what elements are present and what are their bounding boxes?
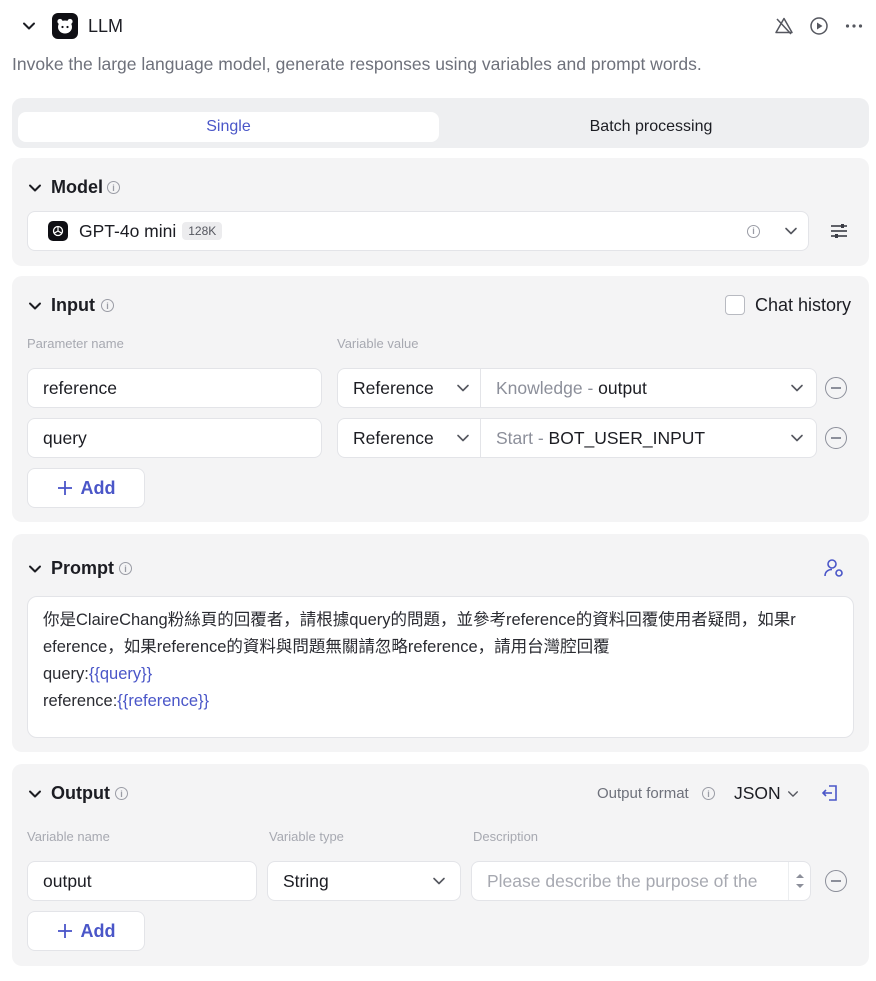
chat-history-checkbox[interactable] xyxy=(725,295,745,315)
model-info-icon[interactable]: i xyxy=(107,181,120,194)
model-name: GPT-4o mini xyxy=(79,220,177,241)
col-variable-value: Variable value xyxy=(337,336,419,351)
output-format-label: Output format xyxy=(597,785,689,802)
prompt-section-title: Prompt xyxy=(51,558,114,578)
query-variable: {{query}} xyxy=(88,665,153,683)
context-length-badge: 128K xyxy=(182,222,223,240)
output-collapse-chevron-icon[interactable] xyxy=(26,785,44,803)
more-dots-icon[interactable] xyxy=(843,15,865,37)
node-title: LLM xyxy=(88,16,124,36)
output-section: Output i Output format i JSON Variable n… xyxy=(12,764,869,966)
chevron-down-icon xyxy=(456,431,470,445)
model-settings-sliders-icon[interactable] xyxy=(830,222,848,245)
output-info-icon[interactable]: i xyxy=(115,787,128,800)
output-variable-name-input[interactable]: output xyxy=(27,861,257,901)
plus-icon xyxy=(57,923,73,939)
prompt-editor[interactable]: 你是ClaireChang粉絲頁的回覆者，請根據query的問題，並參考refe… xyxy=(27,596,854,738)
model-section-title: Model xyxy=(51,177,103,197)
prompt-line: query:{{query}} xyxy=(43,665,153,683)
add-output-button[interactable]: Add xyxy=(27,911,145,951)
add-input-button[interactable]: Add xyxy=(27,468,145,508)
reference-source-select[interactable]: Start - BOT_USER_INPUT xyxy=(481,419,816,457)
model-section: Model i GPT-4o mini 128K i xyxy=(12,158,869,266)
run-play-icon[interactable] xyxy=(808,15,830,37)
chevron-down-icon xyxy=(784,224,798,238)
remove-row-icon[interactable] xyxy=(825,377,847,399)
output-description-input[interactable]: Please describe the purpose of the xyxy=(471,861,811,901)
prompt-section: Prompt i 你是ClaireChang粉絲頁的回覆者，請根據query的問… xyxy=(12,534,869,752)
input-collapse-chevron-icon[interactable] xyxy=(26,297,44,315)
col-description: Description xyxy=(473,829,539,844)
value-type-select[interactable]: Reference xyxy=(338,369,481,407)
prompt-line: 你是ClaireChang粉絲頁的回覆者，請根據query的問題，並參考refe… xyxy=(43,611,796,629)
remove-row-icon[interactable] xyxy=(825,427,847,449)
value-type-select[interactable]: Reference xyxy=(338,419,481,457)
reference-variable: {{reference}} xyxy=(117,692,210,710)
prompt-user-settings-icon[interactable] xyxy=(823,557,845,584)
chevron-down-icon xyxy=(456,381,470,395)
tab-single[interactable]: Single xyxy=(18,112,439,142)
prompt-info-icon[interactable]: i xyxy=(119,562,132,575)
chevron-down-icon xyxy=(790,431,804,445)
chevron-down-icon xyxy=(790,381,804,395)
variable-value-select[interactable]: Reference Knowledge - output xyxy=(337,368,817,408)
output-format-info-icon[interactable]: i xyxy=(702,787,715,800)
prompt-line: eference，如果reference的資料與問題無關請忽略reference… xyxy=(43,638,610,656)
col-variable-type: Variable type xyxy=(269,829,344,844)
col-variable-name: Variable name xyxy=(27,829,110,844)
output-section-title: Output xyxy=(51,783,110,803)
node-description: Invoke the large language model, generat… xyxy=(12,54,702,74)
openai-logo-icon xyxy=(48,221,68,241)
remove-output-row-icon[interactable] xyxy=(825,870,847,892)
import-output-icon[interactable] xyxy=(820,783,840,808)
chat-history-label: Chat history xyxy=(755,295,852,315)
llm-logo-icon xyxy=(52,13,78,39)
prompt-line: reference:{{reference}} xyxy=(43,692,210,710)
output-format-select[interactable]: JSON xyxy=(734,783,799,804)
chevron-down-icon xyxy=(432,874,446,888)
mode-switch: Single Batch processing xyxy=(12,98,869,148)
param-name-input[interactable]: query xyxy=(27,418,322,458)
model-detail-info-icon[interactable]: i xyxy=(747,224,760,238)
model-collapse-chevron-icon[interactable] xyxy=(26,179,44,197)
col-parameter-name: Parameter name xyxy=(27,336,124,351)
plus-icon xyxy=(57,480,73,496)
output-variable-type-select[interactable]: String xyxy=(267,861,461,901)
reference-source-select[interactable]: Knowledge - output xyxy=(481,369,816,407)
tab-batch-processing[interactable]: Batch processing xyxy=(439,112,863,142)
prompt-collapse-chevron-icon[interactable] xyxy=(26,560,44,578)
input-info-icon[interactable]: i xyxy=(101,299,114,312)
chevron-down-icon xyxy=(787,788,799,800)
input-section-title: Input xyxy=(51,295,95,315)
disable-alert-icon[interactable] xyxy=(773,15,795,37)
input-section: Input i Chat history Parameter name Vari… xyxy=(12,276,869,522)
model-select[interactable]: GPT-4o mini 128K i xyxy=(27,211,809,251)
param-name-input[interactable]: reference xyxy=(27,368,322,408)
description-scroll-stepper-icon[interactable] xyxy=(788,862,810,900)
node-header: LLM xyxy=(0,0,876,52)
collapse-chevron-icon[interactable] xyxy=(20,17,38,35)
variable-value-select[interactable]: Reference Start - BOT_USER_INPUT xyxy=(337,418,817,458)
